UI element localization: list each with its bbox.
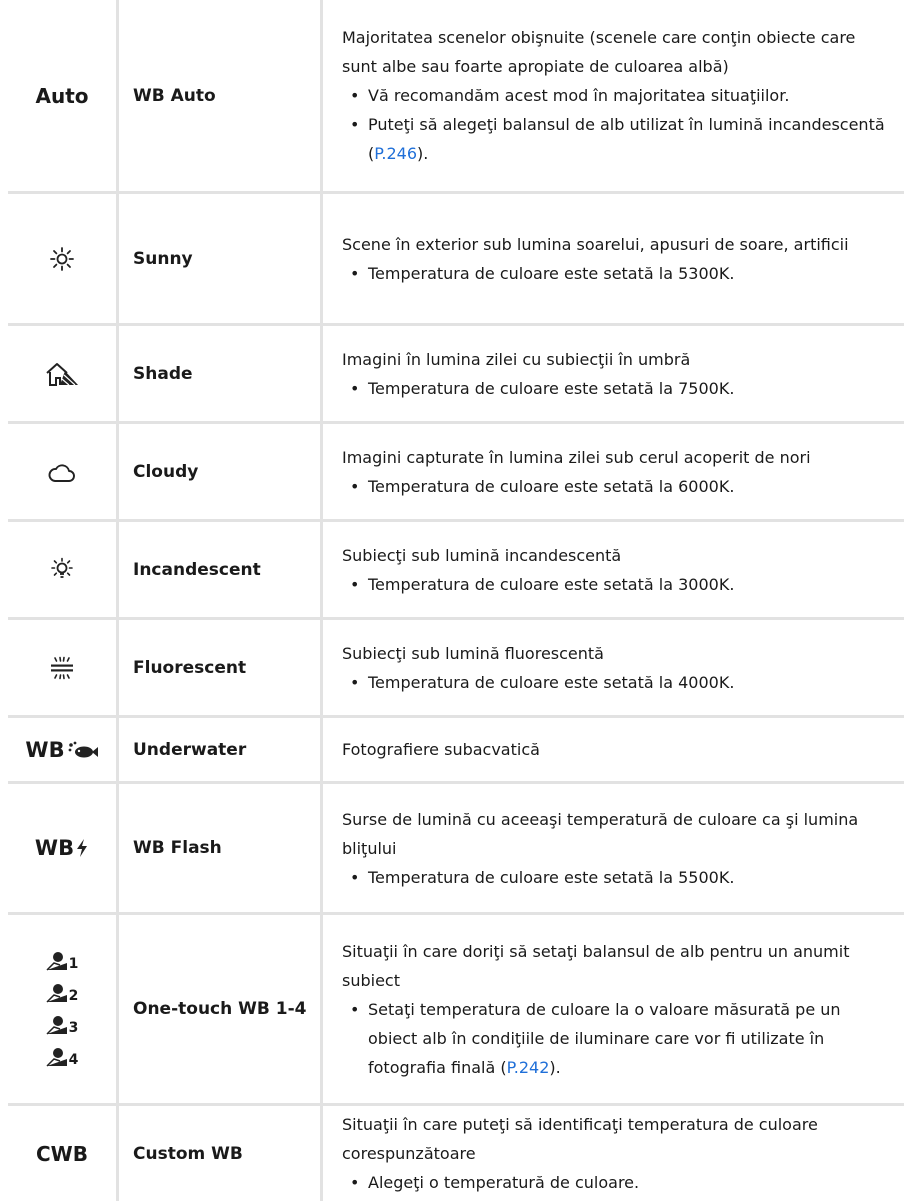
cwb-symbol: CWB (36, 1141, 88, 1166)
fish-icon (68, 741, 98, 757)
description-text: Subiecţi sub lumină incandescentă (342, 545, 622, 565)
description-text: Fotografiere subacvatică (342, 740, 540, 759)
underwater-icon: WB (25, 738, 98, 762)
mode-description: Surse de lumină cu aceeaşi temperatură d… (342, 784, 894, 912)
bullet-item: Temperatura de culoare este setată la 75… (342, 374, 894, 403)
mode-description: Situaţii în care puteţi să identificaţi … (342, 1106, 894, 1201)
table-row: 1 2 3 4 One-touch WB 1-4 Situaţii în car… (8, 915, 904, 1103)
bullet-item: Temperatura de culoare este setată la 40… (342, 668, 894, 697)
cloud-icon (48, 464, 75, 482)
mode-name: Sunny (133, 248, 193, 269)
mode-description: Majoritatea scenelor obişnuite (scenele … (342, 0, 894, 191)
bullet-item: Temperatura de culoare este setată la 53… (342, 259, 894, 288)
mode-symbol-cell (8, 326, 116, 421)
fluorescent-icon (51, 656, 73, 679)
mode-symbol-cell: CWB (8, 1106, 116, 1201)
table-row: Incandescent Subiecţi sub lumină incande… (8, 522, 904, 617)
mode-description: Fotografiere subacvatică (342, 718, 894, 781)
mode-name: Shade (133, 363, 193, 384)
description-text: Imagini capturate în lumina zilei sub ce… (342, 447, 811, 467)
lightning-icon (77, 839, 88, 857)
mode-symbol-cell (8, 522, 116, 617)
wb-text: WB (25, 737, 65, 762)
description-text: Surse de lumină cu aceeaşi temperatură d… (342, 809, 859, 858)
wb-text: WB (34, 836, 75, 860)
mode-description: Scene în exterior sub lumina soarelui, a… (342, 194, 894, 323)
one-touch-icon-stack: 1 2 3 4 (46, 951, 78, 1067)
mode-symbol-cell (8, 620, 116, 715)
flash-wb-icon: WB (35, 836, 89, 860)
mode-description: Subiecţi sub lumină incandescentă Temper… (342, 522, 894, 617)
mode-name: Cloudy (133, 461, 199, 482)
bullet-item: Puteţi să alegeţi balansul de alb utiliz… (342, 110, 894, 168)
wb-mode-table: Auto WB Auto Majoritatea scenelor obişnu… (8, 0, 904, 1201)
bullet-item: Vă recomandăm acest mod în majoritatea s… (342, 81, 894, 110)
mode-name: Custom WB (133, 1143, 243, 1164)
one-touch-wb-icon: 1 (46, 951, 78, 971)
mode-symbol-cell: 1 2 3 4 (8, 915, 116, 1103)
mode-name: WB Auto (133, 85, 216, 106)
auto-symbol: Auto (35, 83, 89, 108)
table-row: Auto WB Auto Majoritatea scenelor obişnu… (8, 0, 904, 191)
mode-name: Underwater (133, 739, 247, 760)
table-row: CWB Custom WB Situaţii în care puteţi să… (8, 1106, 904, 1201)
description-text: Scene în exterior sub lumina soarelui, a… (342, 234, 849, 254)
mode-symbol-cell: WB (8, 784, 116, 912)
mode-name: Incandescent (133, 559, 261, 580)
bullet-item: Temperatura de culoare este setată la 30… (342, 570, 894, 599)
table-row: Sunny Scene în exterior sub lumina soare… (8, 194, 904, 323)
bullet-item: Temperatura de culoare este setată la 55… (342, 863, 894, 892)
table-row: Shade Imagini în lumina zilei cu subiecţ… (8, 326, 904, 421)
bullet-item: Alegeţi o temperatură de culoare. (342, 1168, 894, 1197)
bullet-item: Setaţi temperatura de culoare la o valoa… (342, 995, 894, 1082)
mode-description: Imagini capturate în lumina zilei sub ce… (342, 424, 894, 519)
mode-symbol-cell: Auto (8, 0, 116, 191)
description-text: Situaţii în care doriţi să setaţi balans… (342, 941, 850, 990)
bulb-icon (51, 557, 73, 578)
shade-icon (46, 362, 78, 386)
mode-description: Situaţii în care doriţi să setaţi balans… (342, 915, 894, 1103)
table-row: WB WB Flash Surse de lumină cu aceeaşi t… (8, 784, 904, 912)
mode-description: Imagini în lumina zilei cu subiecţii în … (342, 326, 894, 421)
one-touch-wb-icon: 4 (46, 1047, 78, 1067)
mode-description: Subiecţi sub lumină fluorescentă Tempera… (342, 620, 894, 715)
description-text: Situaţii în care puteţi să identificaţi … (342, 1115, 818, 1163)
one-touch-wb-icon: 3 (46, 1015, 78, 1035)
page-reference-link[interactable]: P.246 (374, 144, 417, 163)
one-touch-wb-icon: 2 (46, 983, 78, 1003)
mode-symbol-cell (8, 194, 116, 323)
mode-name: One-touch WB 1-4 (133, 999, 307, 1019)
page-reference-link[interactable]: P.242 (507, 1058, 550, 1077)
sun-icon (50, 246, 74, 271)
description-text: Majoritatea scenelor obişnuite (scenele … (342, 28, 856, 76)
table-row: Fluorescent Subiecţi sub lumină fluoresc… (8, 620, 904, 715)
table-row: WB Underwater Fotografiere subacvatică (8, 718, 904, 781)
table-row: Cloudy Imagini capturate în lumina zilei… (8, 424, 904, 519)
description-text: Imagini în lumina zilei cu subiecţii în … (342, 349, 691, 369)
mode-symbol-cell (8, 424, 116, 519)
mode-name: Fluorescent (133, 657, 247, 678)
mode-name: WB Flash (133, 838, 222, 858)
mode-symbol-cell: WB (8, 718, 116, 781)
bullet-item: Temperatura de culoare este setată la 60… (342, 472, 894, 501)
description-text: Subiecţi sub lumină fluorescentă (342, 643, 604, 663)
